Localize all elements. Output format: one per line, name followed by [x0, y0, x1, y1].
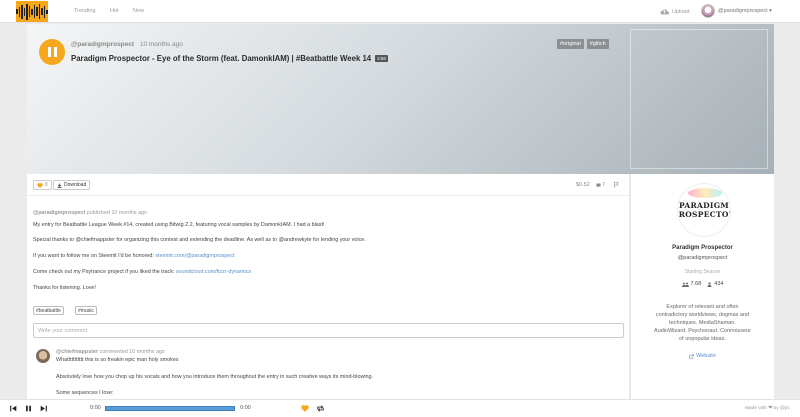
comment-line-2: Absolutely love how you chop up his voca… [56, 374, 374, 380]
comment-byline: @chiefmappster commented 10 months ago [56, 349, 165, 355]
top-nav: Trending Hot New Upload @paradigmprospec… [0, 0, 800, 23]
download-icon [57, 183, 62, 188]
following-stat[interactable]: 434 [707, 281, 723, 287]
duration-badge: 3:58 [375, 55, 388, 62]
download-label: Download [64, 182, 87, 188]
post-line-4: Come check out my Psytrance project if y… [33, 269, 251, 275]
track-title: Paradigm Prospector - Eye of the Storm (… [71, 54, 388, 63]
profile-season: Starting Season [684, 269, 721, 275]
track-hero: @paradigmprospect 10 months ago Paradigm… [27, 24, 774, 174]
heart-icon [37, 182, 43, 188]
website-label: Website [696, 353, 716, 359]
profile-sidebar: PARADIGM PROSPECTOR Paradigm Prospector … [631, 174, 774, 402]
post-byline: @paradigmprospect published 10 months ag… [33, 210, 147, 216]
users-icon [681, 282, 689, 287]
user-icon [707, 281, 712, 287]
play-pause-button[interactable] [39, 39, 65, 65]
post-line-5: Thanks for listening. Love! [33, 285, 96, 291]
post-line-1: My entry for Beatbattle League Week #14,… [33, 222, 325, 228]
upload-label: Upload [672, 8, 690, 15]
website-link[interactable]: Website [631, 353, 774, 359]
avatar-text-2: PROSPECTOR [678, 210, 730, 219]
pause-icon [47, 47, 51, 57]
post-line-4-text: Come check out my Psytrance project if y… [33, 269, 175, 275]
avatar-text-1: PARADIGM [678, 201, 730, 210]
post-tag-beatbattle[interactable]: #beatbattle [33, 306, 64, 315]
time-elapsed: 0:00 [90, 405, 101, 411]
profile-bio-3: techniques. MediaShaman. [669, 320, 736, 326]
commenter-avatar[interactable] [36, 349, 50, 363]
download-button[interactable]: Download [53, 180, 91, 190]
external-link-icon [689, 353, 694, 359]
profile-avatar[interactable]: PARADIGM PROSPECTOR [677, 183, 731, 237]
user-menu-label: @paradigmprospect ▾ [718, 8, 772, 14]
upload-button[interactable]: Upload [660, 8, 689, 15]
player-bar: 0:00 0:00 Made with ❤ by @jrc [0, 399, 800, 417]
post-line-3-text: If you want to follow me on Steemit I'd … [33, 253, 154, 259]
heart-icon[interactable] [301, 405, 309, 412]
profile-bio-4: AudioWizard. Psychonaut. Connoisseur [654, 328, 751, 334]
comment-line-1: Whattttttttttt this is so freakin epic m… [56, 357, 179, 363]
profile-bio-2: contradictory worldviews, dogmas and [655, 312, 750, 318]
comment-count[interactable]: 7 [596, 182, 605, 188]
cloud-upload-icon [660, 9, 669, 15]
pause-icon-bar [53, 47, 57, 57]
post-tag-music[interactable]: #music [75, 306, 97, 315]
track-title-text: Paradigm Prospector - Eye of the Storm (… [71, 54, 372, 63]
soundcloud-link[interactable]: soundcloud.com/fizzr-dynamics [176, 269, 251, 275]
comment-input[interactable]: Write your comment [33, 323, 624, 338]
hero-artist-name[interactable]: @paradigmprospect [71, 41, 134, 48]
avatar [701, 4, 715, 18]
tag-glitch[interactable]: #glitch [586, 39, 609, 49]
play-pause-icon[interactable] [25, 405, 32, 412]
user-menu[interactable]: @paradigmprospect ▾ [701, 4, 772, 18]
avatar-decoration [688, 188, 722, 198]
nav-new[interactable]: New [133, 8, 144, 14]
post-published: published 10 months ago [86, 210, 148, 216]
profile-stats: 7.68 434 [631, 281, 774, 287]
profile-bio-1: Explorer of relevant and often [666, 304, 739, 310]
time-total: 0:00 [240, 405, 251, 411]
profile-bio-5: of unpopular ideas. [679, 336, 726, 342]
comment-meta: commented 10 months ago [99, 349, 165, 355]
progress-bar[interactable] [105, 406, 235, 411]
post-line-3: If you want to follow me on Steemit I'd … [33, 253, 235, 259]
comment-icon [596, 183, 601, 187]
following-count: 434 [714, 281, 724, 287]
post-line-2: Special thanks to @chiefmappster for org… [33, 237, 366, 243]
followers-stat[interactable]: 7.68 [681, 281, 702, 287]
action-bar: 8 Download $0.52 7 [27, 174, 630, 196]
profile-name[interactable]: Paradigm Prospector [631, 245, 774, 251]
next-icon[interactable] [40, 405, 47, 412]
repeat-icon[interactable] [316, 405, 325, 412]
hero-panel [630, 29, 768, 169]
hero-ago: 10 months ago [139, 41, 183, 48]
comment-line-3: Some sequences I love: [56, 390, 114, 396]
prev-icon[interactable] [10, 405, 17, 412]
logo[interactable] [16, 1, 48, 22]
hero-artist[interactable]: @paradigmprospect 10 months ago [71, 41, 183, 48]
like-button[interactable]: 8 [33, 180, 52, 190]
flag-icon[interactable] [614, 182, 619, 188]
nav-hot[interactable]: Hot [110, 8, 119, 14]
tag-original[interactable]: #original [557, 39, 584, 49]
post-main: 8 Download $0.52 7 @paradigmprospect pub… [27, 174, 630, 402]
comment-author[interactable]: @chiefmappster [56, 349, 98, 355]
profile-handle: @paradigmprospect [677, 255, 728, 261]
comment-count-value: 7 [602, 182, 606, 188]
followers-count: 7.68 [690, 281, 702, 287]
credit: Made with ❤ by @jrc [745, 406, 790, 411]
steemit-link[interactable]: steemit.com/@paradigmprospect [155, 253, 234, 259]
hero-tags: #original #glitch [557, 39, 609, 49]
like-count: 8 [45, 182, 48, 188]
post-author[interactable]: @paradigmprospect [33, 210, 85, 216]
payout-value: $0.52 [576, 182, 590, 188]
nav-trending[interactable]: Trending [74, 8, 96, 14]
